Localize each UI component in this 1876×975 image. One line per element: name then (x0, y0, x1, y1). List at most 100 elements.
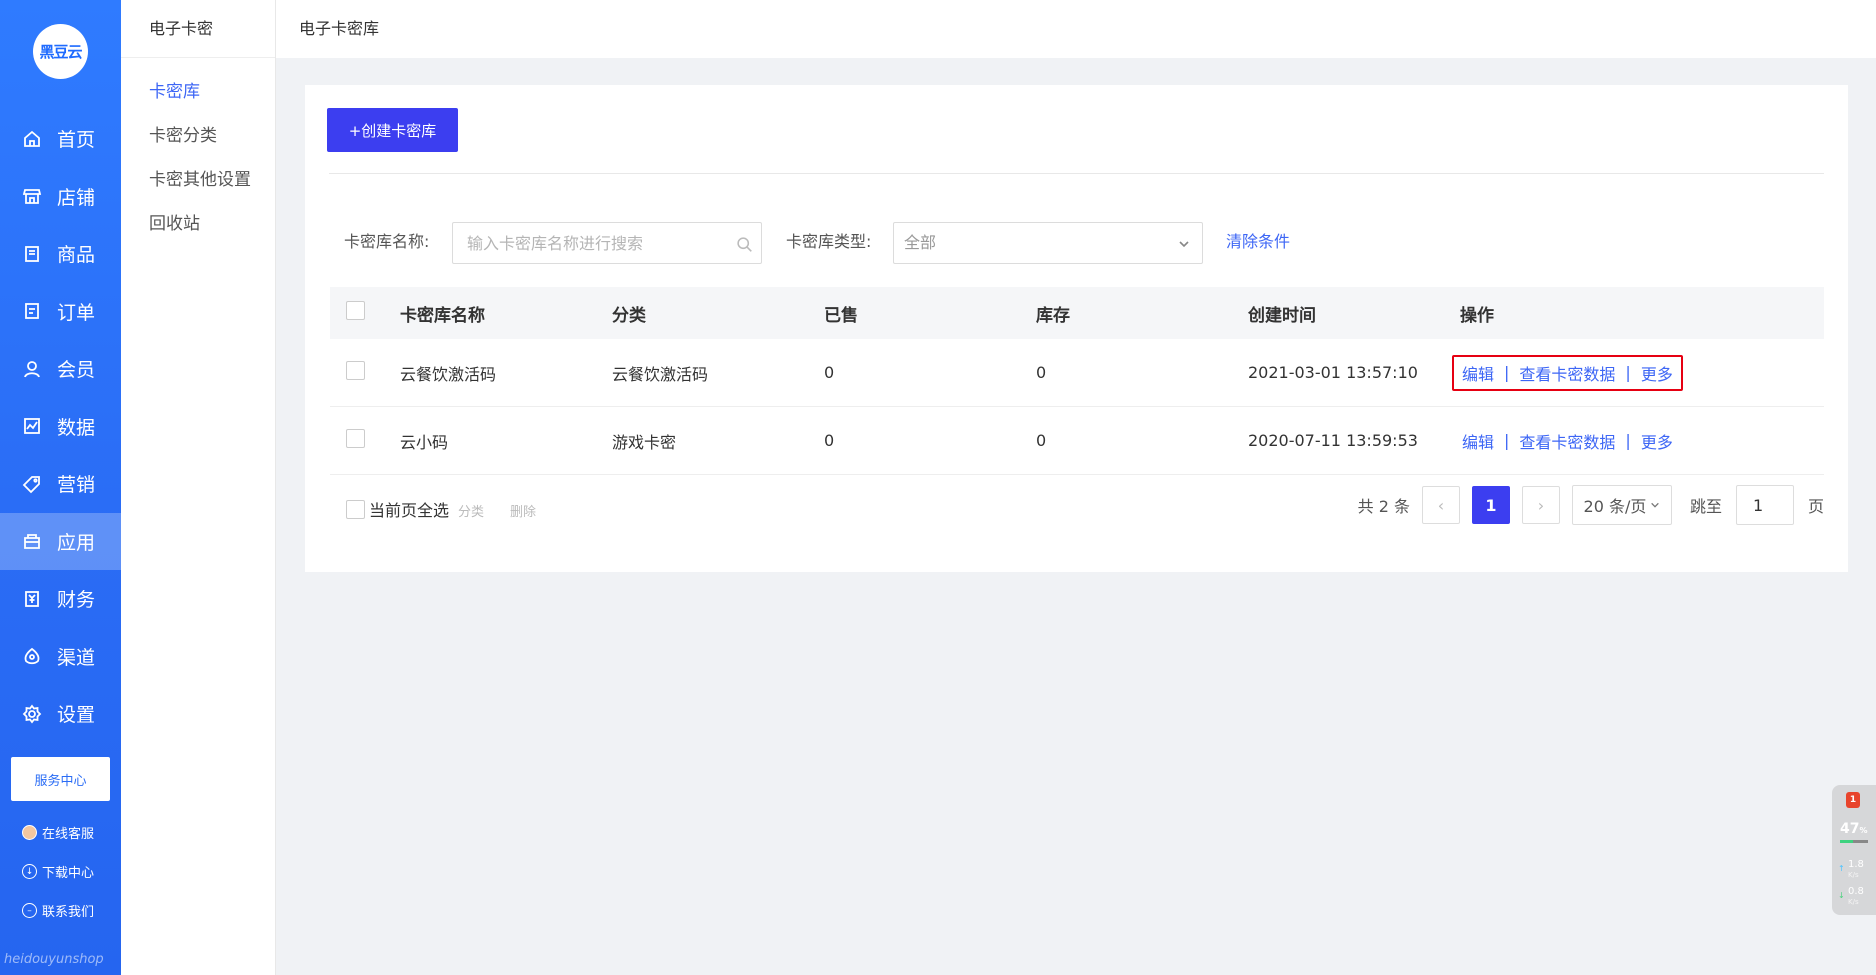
nav-item-channel[interactable]: 渠道 (0, 628, 121, 686)
more-link[interactable]: 更多 (1641, 361, 1673, 385)
page-size-value: 20 条/页 (1583, 497, 1647, 516)
edit-link[interactable]: 编辑 (1462, 361, 1494, 385)
search-icon[interactable] (736, 236, 753, 253)
service-center-button[interactable]: 服务中心 (11, 757, 110, 801)
clear-filters-link[interactable]: 清除条件 (1226, 228, 1290, 252)
column-header-category: 分类 (612, 305, 646, 326)
batch-category-button[interactable]: 分类 (458, 501, 484, 520)
row-checkbox-cell (330, 361, 400, 384)
nav-item-label: 应用 (57, 531, 96, 554)
submenu-item-recycle-bin[interactable]: 回收站 (121, 202, 275, 246)
type-select[interactable]: 全部 (893, 222, 1203, 264)
nav-item-home[interactable]: 首页 (0, 110, 121, 168)
submenu-item-card-library[interactable]: 卡密库 (121, 70, 275, 114)
pagination: 共 2 条 ‹ 1 › 20 条/页 跳至 页 (1358, 485, 1824, 525)
download-center-label: 下载中心 (42, 866, 95, 881)
search-input[interactable] (453, 223, 723, 263)
cpu-bar (1840, 840, 1868, 843)
header: 电子卡密库 (276, 0, 1876, 58)
submenu-item-card-category[interactable]: 卡密分类 (121, 114, 275, 158)
nav-item-goods[interactable]: 商品 (0, 225, 121, 283)
jump-page-input[interactable] (1735, 485, 1794, 525)
submenu-list: 卡密库 卡密分类 卡密其他设置 回收站 (121, 58, 275, 246)
card-library-table: 卡密库名称 分类 已售 库存 创建时间 操作 云餐饮激活码 云餐饮激活码 0 0… (330, 287, 1824, 475)
contact-us-link[interactable]: – 联系我们 (22, 901, 94, 920)
download-icon: ↓ (22, 864, 37, 879)
table-header: 卡密库名称 分类 已售 库存 创建时间 操作 (330, 287, 1824, 339)
cell-category: 游戏卡密 (612, 432, 677, 452)
row-actions-highlighted: 编辑 | 查看卡密数据 | 更多 (1452, 354, 1683, 391)
search-box (452, 222, 762, 264)
type-select-value: 全部 (904, 233, 937, 252)
main-nav: 黑豆云 首页 店铺 商品 订单 会员 数据 营销 应用 财务 渠道 设置 服务中… (0, 0, 121, 975)
download-speed-unit: K/s (1848, 898, 1859, 906)
nav-items: 首页 店铺 商品 订单 会员 数据 营销 应用 财务 渠道 设置 (0, 110, 121, 743)
batch-delete-button[interactable]: 删除 (510, 501, 536, 520)
table-row: 云小码 游戏卡密 0 0 2020-07-11 13:59:53 编辑 | 查看… (330, 407, 1824, 475)
nav-item-app[interactable]: 应用 (0, 512, 121, 570)
submenu-item-other-settings[interactable]: 卡密其他设置 (121, 158, 275, 202)
select-page-all-checkbox[interactable] (346, 499, 365, 519)
system-monitor-widget[interactable]: 1 47% ↑ 1.8 K/s ↓ 0.8 K/s (1832, 785, 1876, 915)
chevron-down-icon (1179, 241, 1189, 248)
row-checkbox-cell (330, 429, 400, 452)
select-all-header-checkbox[interactable] (346, 301, 365, 320)
page-size-select[interactable]: 20 条/页 (1571, 485, 1672, 525)
row-checkbox[interactable] (346, 361, 365, 380)
view-card-data-link[interactable]: 查看卡密数据 (1519, 429, 1615, 453)
cpu-bar-fill (1840, 840, 1854, 843)
logo[interactable]: 黑豆云 (33, 24, 88, 79)
page-suffix: 页 (1807, 497, 1824, 516)
gear-icon (22, 704, 42, 724)
brand-footer: heidouyunshop (4, 952, 104, 967)
contact-us-label: 联系我们 (42, 905, 95, 920)
row-actions: 编辑 | 查看卡密数据 | 更多 (1452, 423, 1683, 459)
edit-link[interactable]: 编辑 (1462, 429, 1494, 453)
cell-actions: 编辑 | 查看卡密数据 | 更多 (1452, 354, 1824, 391)
nav-item-member[interactable]: 会员 (0, 340, 121, 398)
cell-name: 云小码 (400, 432, 449, 452)
nav-item-label: 数据 (57, 416, 96, 439)
cell-created: 2021-03-01 13:57:10 (1248, 363, 1418, 382)
header-checkbox-cell (330, 301, 400, 325)
nav-item-label: 设置 (57, 704, 96, 727)
column-header-actions: 操作 (1460, 305, 1494, 326)
content-card: +创建卡密库 卡密库名称: 卡密库类型: 全部 清除条件 卡密库名称 分类 已售… (305, 85, 1848, 572)
table-footer: 当前页全选 分类 删除 共 2 条 ‹ 1 › 20 条/页 跳至 页 (330, 485, 1824, 529)
data-icon (24, 418, 40, 435)
nav-item-finance[interactable]: 财务 (0, 570, 121, 628)
cell-sold: 0 (824, 363, 835, 382)
nav-item-marketing[interactable]: 营销 (0, 455, 121, 513)
create-card-library-button[interactable]: +创建卡密库 (327, 108, 458, 152)
more-link[interactable]: 更多 (1641, 429, 1673, 453)
download-speed-value: 0.8 (1848, 886, 1864, 897)
row-checkbox[interactable] (346, 429, 365, 448)
download-speed: 0.8 K/s (1848, 887, 1864, 907)
nav-item-store[interactable]: 店铺 (0, 168, 121, 226)
view-card-data-link[interactable]: 查看卡密数据 (1519, 361, 1615, 385)
nav-item-order[interactable]: 订单 (0, 283, 121, 341)
current-page-button[interactable]: 1 (1471, 486, 1510, 524)
select-page-all[interactable]: 当前页全选 (346, 497, 449, 521)
download-center-link[interactable]: ↓ 下载中心 (22, 862, 94, 881)
total-count: 共 2 条 (1357, 497, 1410, 516)
finance-icon (25, 590, 39, 607)
nav-item-data[interactable]: 数据 (0, 398, 121, 456)
cell-name: 云餐饮激活码 (400, 364, 497, 384)
nav-item-settings[interactable]: 设置 (0, 685, 121, 743)
shield-icon: 1 (1846, 792, 1860, 808)
order-icon (25, 303, 39, 320)
type-filter-label: 卡密库类型: (786, 232, 872, 251)
avatar-icon (22, 825, 37, 840)
action-separator: | (1504, 363, 1510, 382)
prev-page-button[interactable]: ‹ (1421, 486, 1460, 524)
upload-speed-value: 1.8 (1848, 859, 1864, 870)
percent-unit: % (1859, 826, 1868, 835)
cell-stock: 0 (1036, 363, 1047, 382)
next-page-button[interactable]: › (1521, 486, 1560, 524)
online-service-link[interactable]: 在线客服 (22, 823, 94, 842)
nav-item-label: 首页 (57, 129, 96, 152)
cell-sold: 0 (824, 431, 835, 450)
column-header-created: 创建时间 (1248, 305, 1316, 326)
home-icon (24, 130, 40, 147)
